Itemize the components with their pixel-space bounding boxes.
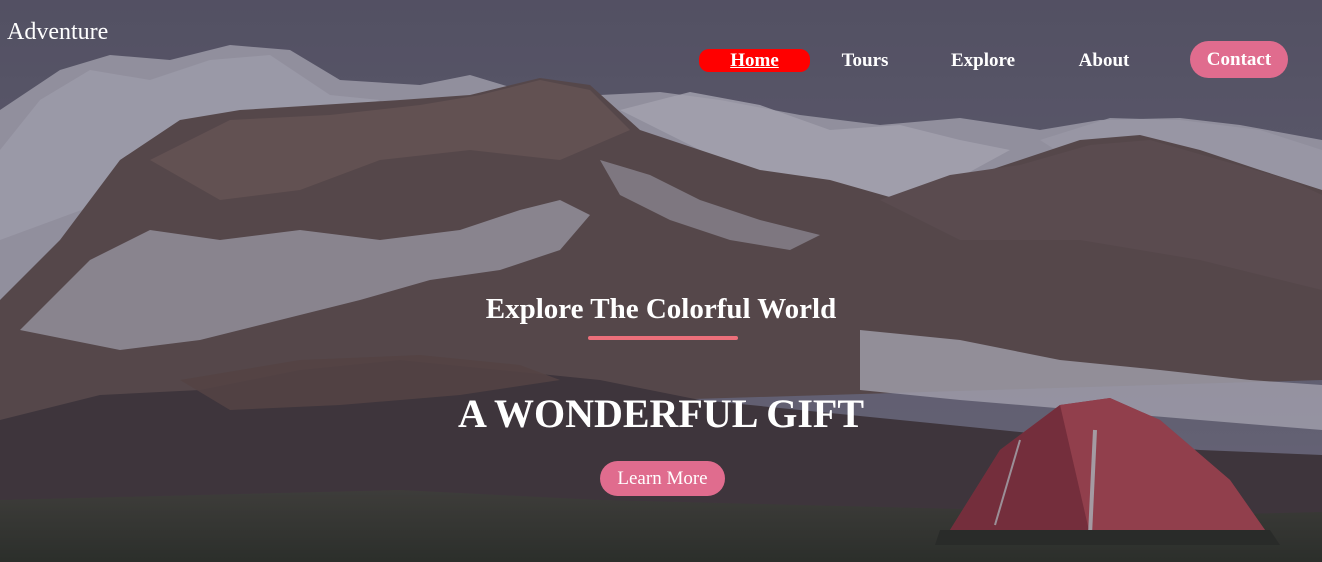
nav-link-home[interactable]: Home (699, 49, 810, 72)
subtitle-underline-divider (588, 336, 738, 340)
nav-link-about[interactable]: About (1062, 50, 1146, 72)
learn-more-button[interactable]: Learn More (600, 461, 725, 496)
hero-subtitle: Explore The Colorful World (485, 293, 837, 325)
hero-title: A WONDERFUL GIFT (458, 391, 864, 436)
nav-link-tours[interactable]: Tours (826, 50, 904, 72)
nav-link-explore[interactable]: Explore (934, 50, 1032, 72)
nav-link-contact-button[interactable]: Contact (1190, 41, 1288, 78)
brand-logo-text[interactable]: Adventure (7, 18, 108, 46)
hero-section: Adventure Home Tours Explore About Conta… (0, 0, 1322, 562)
